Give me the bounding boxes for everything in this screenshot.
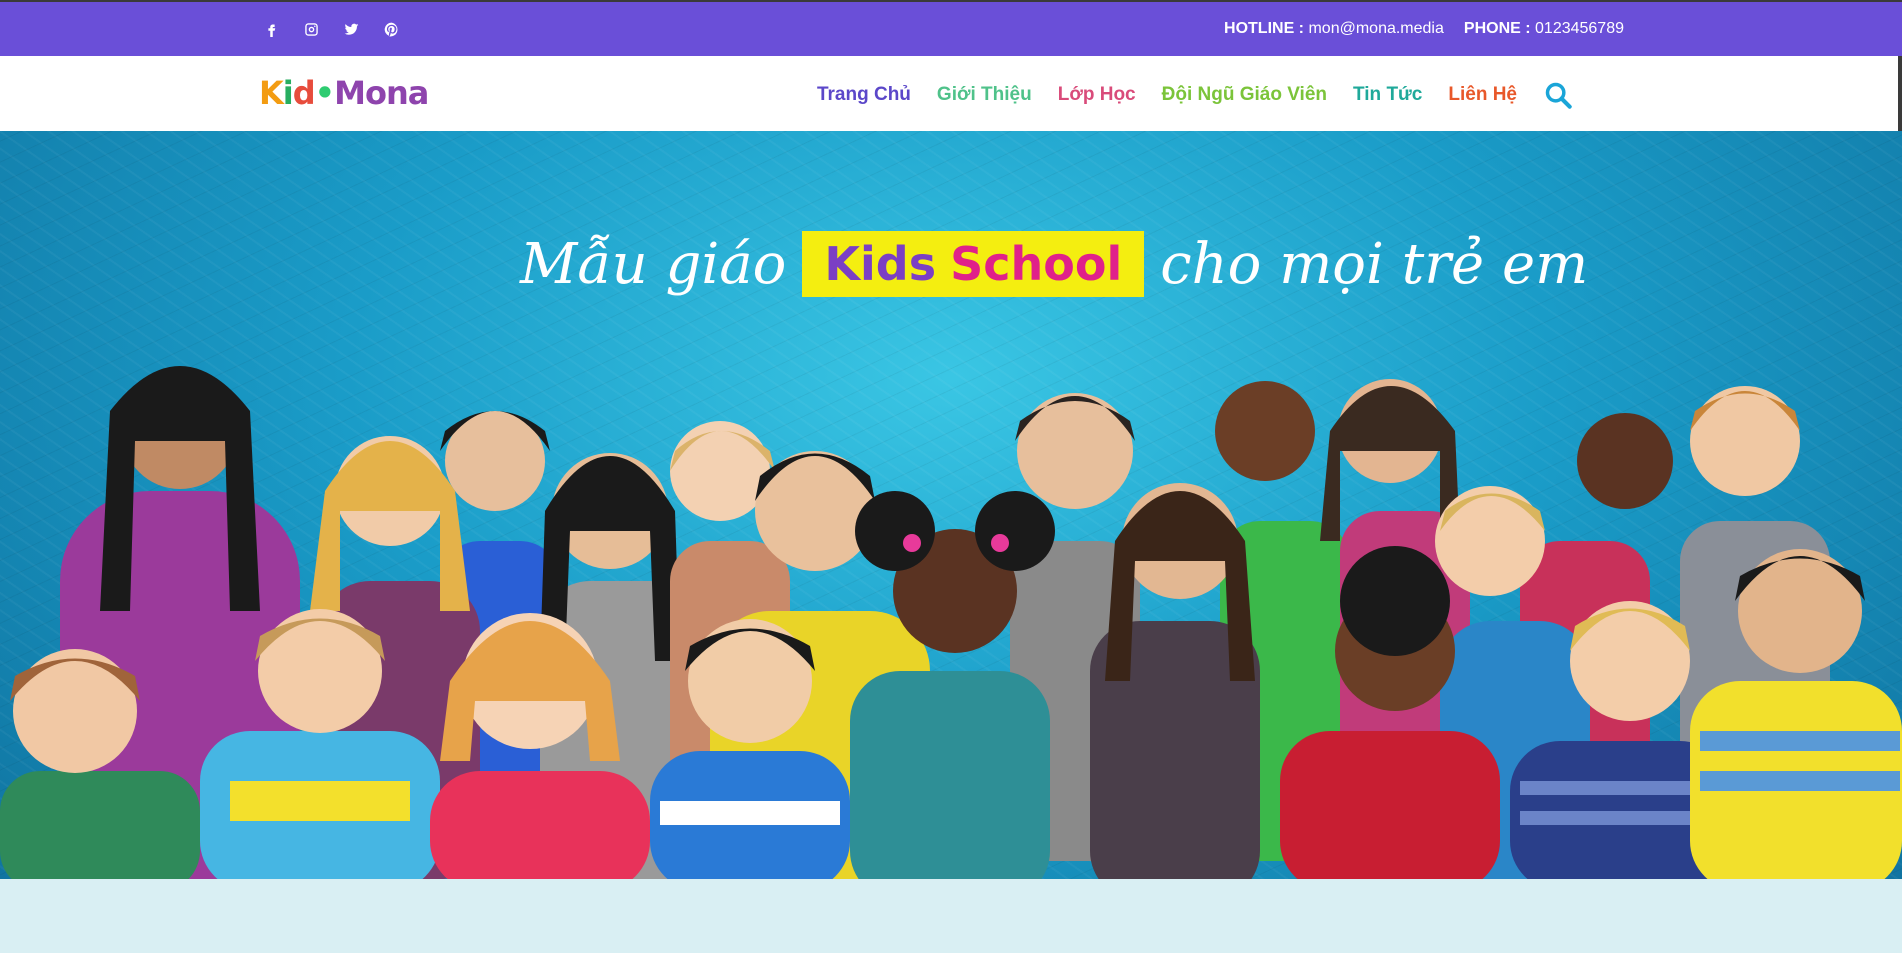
pinterest-icon[interactable] xyxy=(382,20,400,38)
logo-letter-i: i xyxy=(282,74,294,112)
logo-dot: • xyxy=(314,74,335,112)
facebook-icon[interactable] xyxy=(262,20,280,38)
hotline: HOTLINE : mon@mona.media xyxy=(1224,20,1444,38)
twitter-icon[interactable] xyxy=(342,20,360,38)
nav-lien-he[interactable]: Liên Hệ xyxy=(1448,84,1517,106)
main-header: Kid•Mona Trang Chủ Giới Thiệu Lớp Học Độ… xyxy=(0,56,1898,131)
contact-info: HOTLINE : mon@mona.media PHONE : 0123456… xyxy=(1224,20,1624,38)
phone-label: PHONE : xyxy=(1463,20,1531,37)
nav-lop-hoc[interactable]: Lớp Học xyxy=(1058,84,1136,106)
nav-gioi-thieu[interactable]: Giới Thiệu xyxy=(937,84,1032,106)
phone: PHONE : 0123456789 xyxy=(1464,20,1624,38)
hotline-label: HOTLINE : xyxy=(1224,20,1305,37)
social-links xyxy=(262,20,400,38)
main-nav: Trang Chủ Giới Thiệu Lớp Học Đội Ngũ Giá… xyxy=(817,80,1573,110)
search-icon[interactable] xyxy=(1543,80,1573,110)
hero-bottom-strip xyxy=(0,879,1902,953)
logo[interactable]: Kid•Mona xyxy=(259,74,429,112)
hero-banner: Mẫu giáo Kids School cho mọi trẻ em xyxy=(0,131,1902,953)
child-puffs xyxy=(850,491,1055,881)
nav-doi-ngu-giao-vien[interactable]: Đội Ngũ Giáo Viên xyxy=(1162,84,1327,106)
phone-value[interactable]: 0123456789 xyxy=(1535,20,1624,37)
top-bar: HOTLINE : mon@mona.media PHONE : 0123456… xyxy=(0,0,1902,56)
child-mid-5 xyxy=(1090,483,1260,881)
nav-trang-chu[interactable]: Trang Chủ xyxy=(817,84,911,106)
instagram-icon[interactable] xyxy=(302,20,320,38)
nav-tin-tuc[interactable]: Tin Tức xyxy=(1353,84,1422,106)
page: HOTLINE : mon@mona.media PHONE : 0123456… xyxy=(0,0,1902,953)
logo-letter-k: K xyxy=(259,74,284,112)
logo-letter-d: d xyxy=(292,74,316,112)
hotline-value[interactable]: mon@mona.media xyxy=(1308,20,1443,37)
children-group-image xyxy=(0,366,1902,881)
logo-mona: Mona xyxy=(334,74,429,112)
